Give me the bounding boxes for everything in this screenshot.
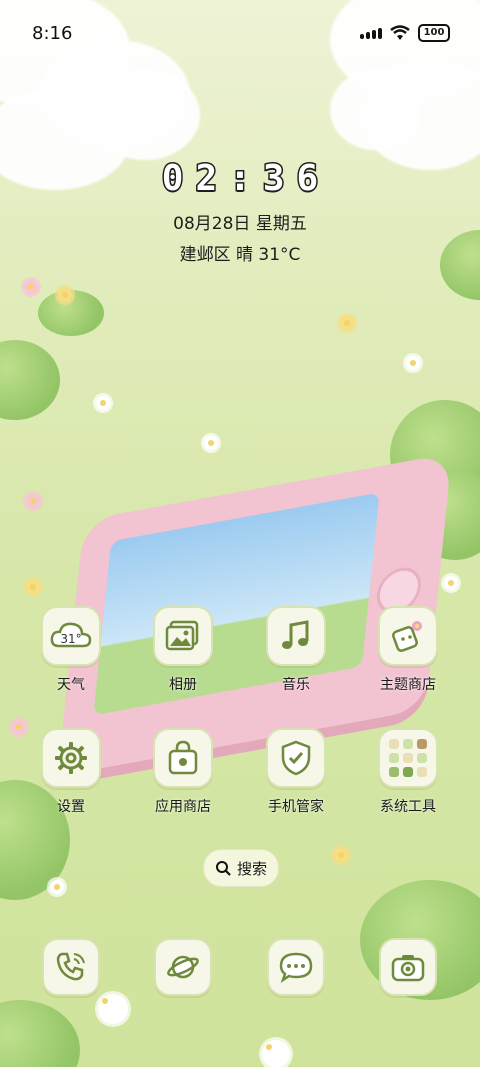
gallery-icon <box>153 606 213 666</box>
app-gallery[interactable]: 相册 <box>138 606 228 694</box>
system-tools-folder-icon <box>378 728 438 788</box>
search-button[interactable]: 搜索 <box>203 849 279 887</box>
clock-digits: 0 2 : 3 6 <box>0 157 480 201</box>
app-label: 相册 <box>169 677 197 693</box>
app-phone-manager[interactable]: 手机管家 <box>251 728 341 816</box>
clock-digit: 3 <box>261 157 286 201</box>
app-label: 音乐 <box>282 677 310 693</box>
status-icons: 100 <box>360 24 450 42</box>
app-music[interactable]: 音乐 <box>251 606 341 694</box>
date-text: 08月28日 星期五 <box>173 214 307 234</box>
signal-icon <box>360 27 382 39</box>
clock-digit: 2 <box>194 157 219 201</box>
music-icon <box>266 606 326 666</box>
app-label: 设置 <box>57 799 85 815</box>
search-icon <box>215 861 231 876</box>
weather-text: 建邺区 晴 31°C <box>179 245 301 265</box>
phone-icon <box>42 938 100 996</box>
clock-separator: : <box>228 157 253 201</box>
clock-widget[interactable]: 0 2 : 3 6 08月28日 星期五 建邺区 晴 31°C <box>0 157 480 266</box>
messages-icon <box>267 938 325 996</box>
weather-icon: 31° <box>41 606 101 666</box>
theme-store-icon <box>378 606 438 666</box>
settings-icon <box>41 728 101 788</box>
camera-icon <box>379 938 437 996</box>
app-store-icon <box>153 728 213 788</box>
search-label: 搜索 <box>236 859 267 878</box>
app-weather[interactable]: 31° 天气 <box>26 606 116 694</box>
status-bar: 8:16 100 <box>0 0 480 68</box>
app-app-store[interactable]: 应用商店 <box>138 728 228 816</box>
app-label: 系统工具 <box>380 799 436 815</box>
app-settings[interactable]: 设置 <box>26 728 116 816</box>
dock-phone[interactable] <box>26 938 116 996</box>
app-theme-store[interactable]: 主题商店 <box>363 606 453 694</box>
phone-manager-icon <box>266 728 326 788</box>
app-label: 天气 <box>57 677 85 693</box>
weather-icon-temp: 31° <box>60 632 81 646</box>
battery-icon: 100 <box>418 24 450 42</box>
app-label: 应用商店 <box>155 799 211 815</box>
wifi-icon <box>390 25 410 40</box>
dock-messages[interactable] <box>251 938 341 996</box>
app-label: 手机管家 <box>268 799 324 815</box>
clock-digit: 0 <box>160 157 185 201</box>
app-label: 主题商店 <box>380 677 436 693</box>
app-system-tools[interactable]: 系统工具 <box>363 728 453 816</box>
status-time: 8:16 <box>32 23 73 44</box>
browser-icon <box>154 938 212 996</box>
dock-browser[interactable] <box>138 938 228 996</box>
clock-digit: 6 <box>295 157 320 201</box>
dock-camera[interactable] <box>363 938 453 996</box>
